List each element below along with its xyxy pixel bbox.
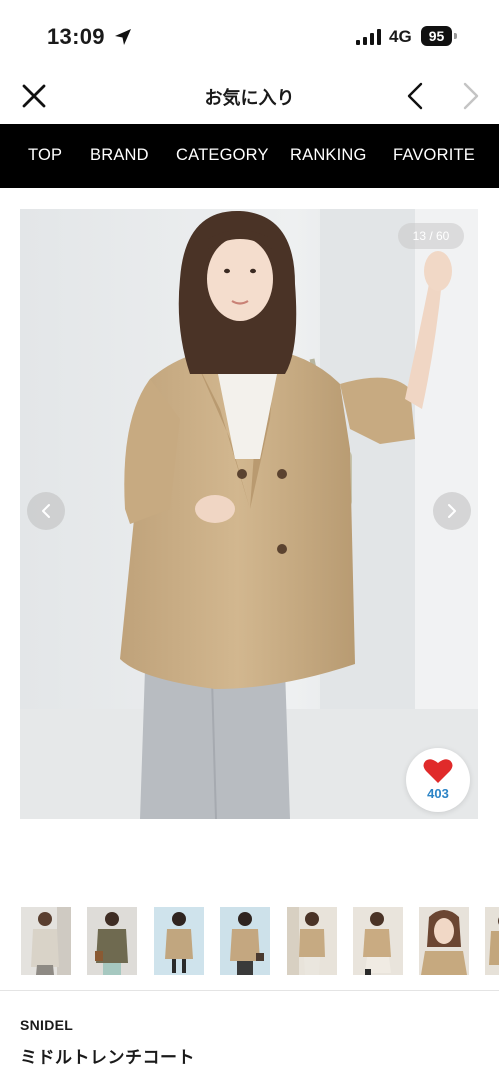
product-name: ミドルトレンチコート (20, 1048, 195, 1067)
heart-icon (423, 759, 453, 783)
network-type: 4G (389, 27, 412, 46)
chevron-right-icon[interactable] (456, 80, 484, 112)
thumbnail-2[interactable] (87, 907, 137, 975)
thumbnail-strip (0, 907, 499, 977)
status-time: 13:09 (47, 24, 105, 49)
product-main-image[interactable] (20, 209, 478, 819)
model-photo (20, 209, 478, 819)
thumbnail-3[interactable] (154, 907, 204, 975)
battery-level: 95 (421, 26, 452, 46)
like-count: 403 (427, 786, 449, 801)
thumbnail-7[interactable] (419, 907, 469, 975)
nav-item-category[interactable]: CATEGORY (176, 146, 269, 165)
image-counter: 13 / 60 (398, 223, 464, 249)
product-brand[interactable]: SNIDEL (20, 1017, 73, 1033)
chevron-left-icon[interactable] (402, 80, 430, 112)
chevron-left-icon (42, 504, 50, 518)
chevron-right-icon (448, 504, 456, 518)
app-header: お気に入り (0, 66, 499, 124)
category-nav: TOP BRAND CATEGORY RANKING FAVORITE (0, 124, 499, 188)
like-button[interactable]: 403 (406, 748, 470, 812)
thumbnail-1[interactable] (21, 907, 71, 975)
gallery-prev-button[interactable] (27, 492, 65, 530)
cellular-signal-icon (356, 29, 381, 45)
nav-item-ranking[interactable]: RANKING (290, 146, 367, 165)
gallery-next-button[interactable] (433, 492, 471, 530)
thumbnail-5[interactable] (287, 907, 337, 975)
thumbnail-8[interactable] (485, 907, 499, 975)
battery-icon: 95 (421, 26, 457, 46)
nav-item-top[interactable]: TOP (28, 146, 62, 165)
divider (0, 990, 499, 991)
thumbnail-6[interactable] (353, 907, 403, 975)
status-bar: 13:09 4G 95 (0, 0, 499, 66)
location-arrow-icon (115, 29, 131, 45)
thumbnail-4[interactable] (220, 907, 270, 975)
nav-item-brand[interactable]: BRAND (90, 146, 149, 165)
close-icon[interactable] (18, 80, 50, 112)
battery-tip (454, 33, 457, 39)
nav-item-favorite[interactable]: FAVORITE (393, 146, 475, 165)
